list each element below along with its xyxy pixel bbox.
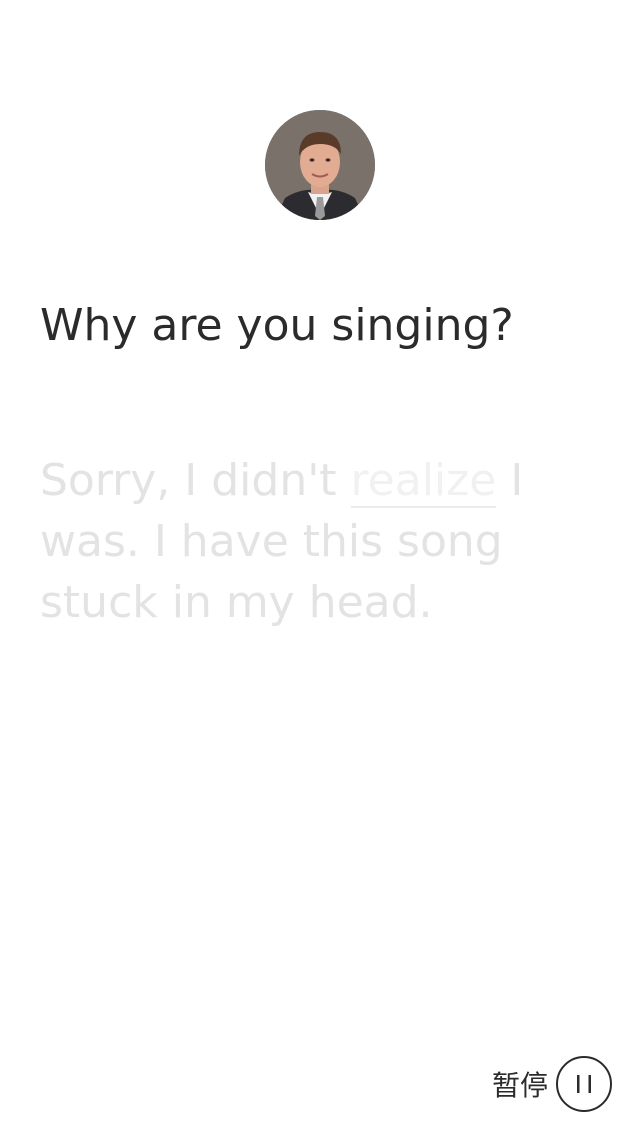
pause-button[interactable] — [556, 1056, 612, 1112]
pause-control[interactable]: 暂停 — [492, 1054, 612, 1114]
speaker-portrait — [265, 110, 375, 220]
speaker-avatar — [265, 110, 375, 220]
answer-highlight-word: realize — [350, 455, 497, 508]
answer-text: Sorry, I didn't realize I was. I have th… — [40, 450, 600, 633]
pause-icon — [577, 1075, 591, 1093]
pause-label[interactable]: 暂停 — [492, 1064, 548, 1104]
answer-text-part-1: Sorry, I didn't — [40, 455, 351, 506]
question-text: Why are you singing? — [40, 300, 514, 351]
